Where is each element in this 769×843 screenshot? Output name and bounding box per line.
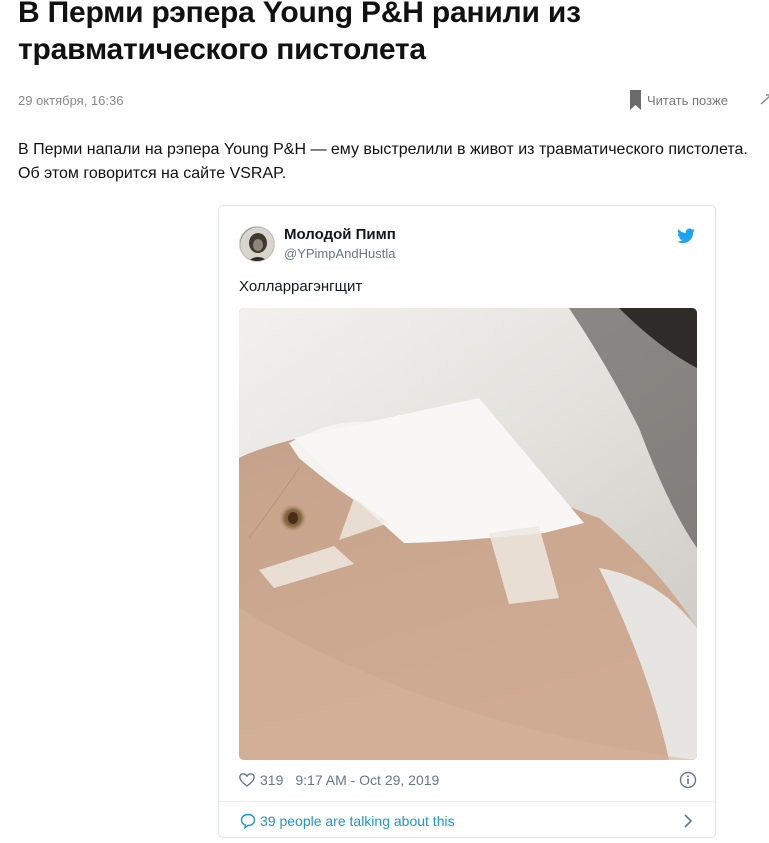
bookmark-icon [630, 90, 641, 110]
share-icon[interactable] [760, 93, 769, 105]
speech-bubble-icon [240, 813, 256, 829]
tweet-conversation-link[interactable]: 39 people are talking about this [219, 801, 715, 838]
tweet-author-handle[interactable]: @YPimpAndHustla [284, 246, 395, 261]
avatar[interactable] [239, 226, 275, 262]
like-count[interactable]: 319 [260, 772, 283, 788]
tweet-photo[interactable] [239, 308, 697, 760]
article-date: 29 октября, 16:36 [18, 93, 124, 108]
embedded-tweet[interactable]: Молодой Пимп @YPimpAndHustla Холларрагэн… [218, 205, 716, 838]
article-page: В Перми рэпера Young P&H ранили из травм… [0, 0, 769, 843]
article-headline: В Перми рэпера Young P&H ранили из травм… [18, 0, 581, 66]
article-meta: 29 октября, 16:36 Читать позже [18, 90, 769, 111]
tweet-actions: 319 9:17 AM - Oct 29, 2019 [239, 770, 697, 790]
tweet-photo-image [239, 308, 697, 760]
avatar-image [240, 227, 274, 261]
talking-about-label: 39 people are talking about this [260, 813, 455, 829]
article-lead: В Перми напали на рэпера Young P&H — ему… [18, 141, 748, 182]
info-icon[interactable] [679, 771, 697, 789]
heart-icon[interactable] [239, 773, 255, 787]
tweet-text: Холларрагэнгщит [239, 278, 363, 295]
chevron-right-icon [684, 814, 693, 828]
read-later-label: Читать позже [647, 92, 729, 108]
tweet-author-name[interactable]: Молодой Пимп [284, 226, 396, 243]
twitter-icon[interactable] [677, 228, 695, 244]
read-later-button[interactable]: Читать позже [630, 90, 728, 110]
tweet-timestamp[interactable]: 9:17 AM - Oct 29, 2019 [295, 772, 439, 788]
